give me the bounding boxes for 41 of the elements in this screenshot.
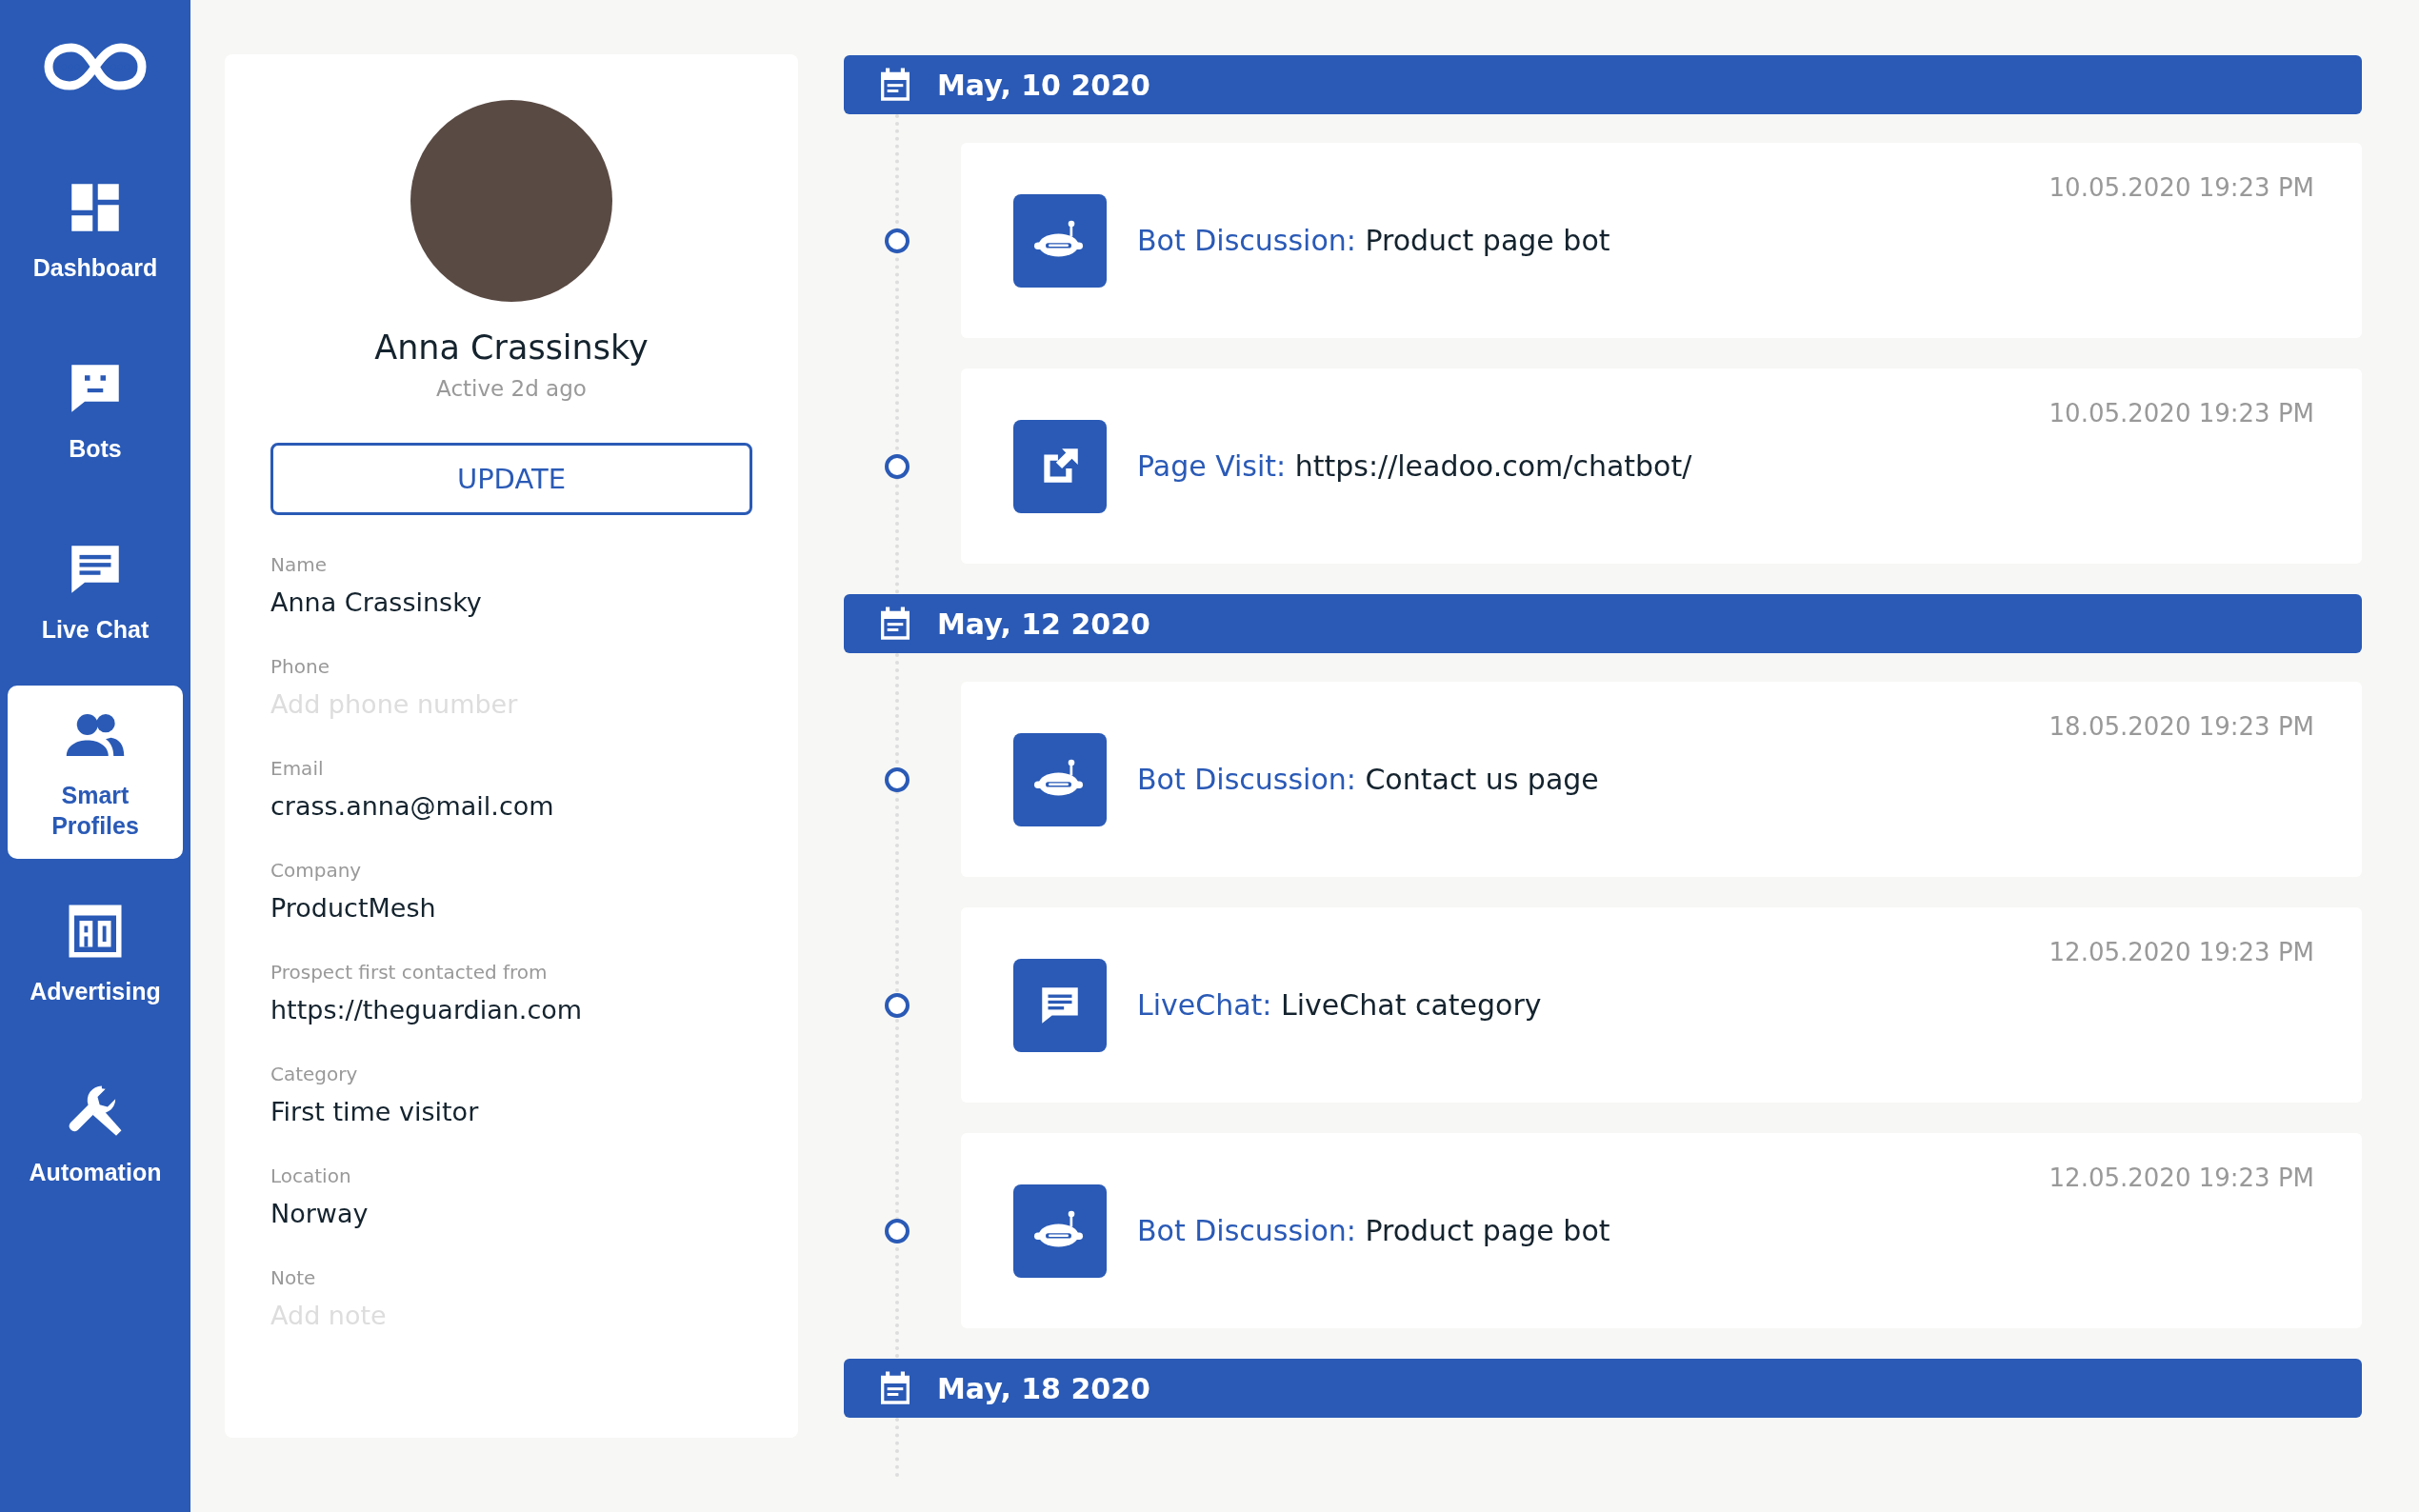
field-label: Location: [270, 1164, 352, 1187]
event-title: Page Visit: https://leadoo.com/chatbot/: [1137, 449, 1692, 483]
timeline-dot: [885, 228, 910, 253]
input-field[interactable]: First time visitor: [270, 1097, 752, 1126]
timeline-dot: [885, 453, 910, 479]
field-label: Phone: [270, 655, 330, 678]
event-title: Bot Discussion: Contact us page: [1137, 763, 1599, 796]
input-field[interactable]: https://theguardian.com: [270, 995, 752, 1025]
sidebar-item[interactable]: Automation: [8, 1047, 183, 1221]
input-field[interactable]: Anna Crassinsky: [270, 587, 752, 617]
sidebar-item[interactable]: Live Chat: [8, 505, 183, 678]
sidebar-item[interactable]: Bots: [8, 324, 183, 497]
event-time: 10.05.2020 19:23 PM: [2049, 399, 2314, 428]
timeline-dot: [885, 766, 910, 792]
update-button[interactable]: UPDATE: [270, 443, 752, 515]
event-title: LiveChat: LiveChat category: [1137, 988, 1542, 1022]
field-label: Name: [270, 553, 328, 576]
field-label: Email: [270, 757, 325, 780]
event-time: 12.05.2020 19:23 PM: [2049, 938, 2314, 966]
date-label: May, 18 2020: [937, 1371, 1150, 1405]
sidebar-item[interactable]: Dashboard: [8, 143, 183, 316]
field-label: Note: [270, 1266, 317, 1289]
event-title: Bot Discussion: Product page bot: [1137, 1214, 1610, 1247]
field-label: Prospect first contacted from: [270, 961, 549, 984]
sidebar-item[interactable]: Advertising: [8, 866, 183, 1040]
input-field[interactable]: Norway: [270, 1199, 752, 1228]
input-field[interactable]: ProductMesh: [270, 893, 752, 923]
profile-name: Anna Crassinsky: [374, 328, 649, 367]
field-label: Category: [270, 1063, 359, 1085]
date-label: May, 10 2020: [937, 68, 1150, 102]
event-time: 10.05.2020 19:23 PM: [2049, 173, 2314, 202]
event-title: Bot Discussion: Product page bot: [1137, 224, 1610, 257]
event-time: 12.05.2020 19:23 PM: [2049, 1164, 2314, 1192]
date-label: May, 12 2020: [937, 607, 1150, 641]
profile-status: Active 2d ago: [436, 376, 587, 401]
input-field[interactable]: crass.anna@mail.com: [270, 791, 752, 821]
timeline-dot: [885, 1218, 910, 1243]
sidebar-item[interactable]: Smart Profiles: [8, 686, 183, 859]
field-label: Company: [270, 859, 363, 882]
event-time: 18.05.2020 19:23 PM: [2049, 712, 2314, 741]
timeline-dot: [885, 992, 910, 1018]
